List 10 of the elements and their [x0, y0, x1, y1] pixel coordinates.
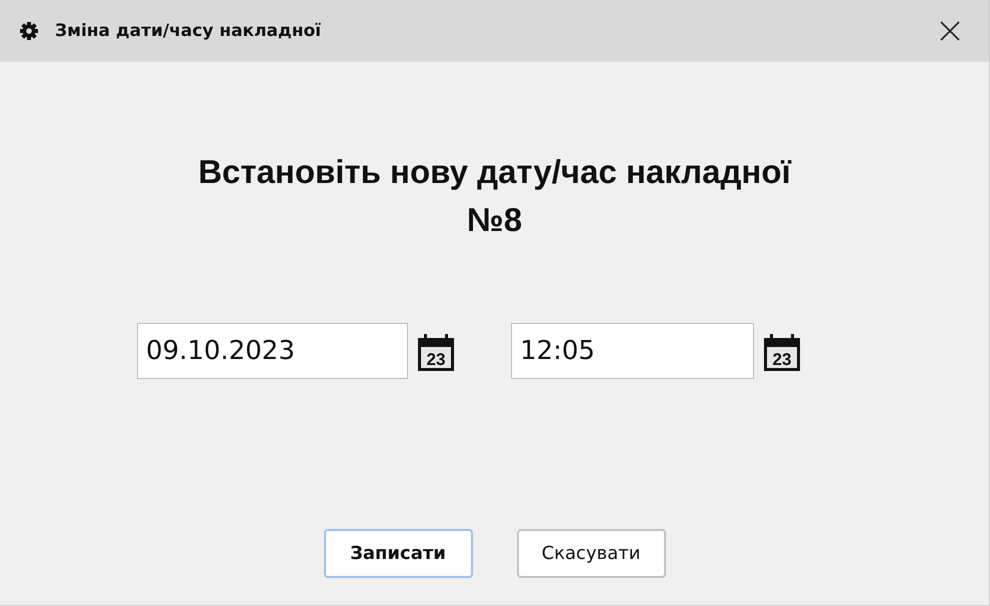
- heading: Встановіть нову дату/час накладної: [198, 152, 791, 192]
- heading: №8: [466, 200, 522, 240]
- dialog-button[interactable]: Скасувати: [516, 529, 666, 578]
- settings-icon: [19, 21, 39, 41]
- input-field[interactable]: 09.10.2023: [137, 323, 408, 379]
- close-icon: [940, 21, 960, 41]
- window-title: Зміна дати/часу накладної: [55, 21, 321, 41]
- input-field[interactable]: 12:05: [511, 323, 754, 379]
- dialog-button[interactable]: Записати: [324, 529, 472, 578]
- close-button[interactable]: [940, 21, 960, 41]
